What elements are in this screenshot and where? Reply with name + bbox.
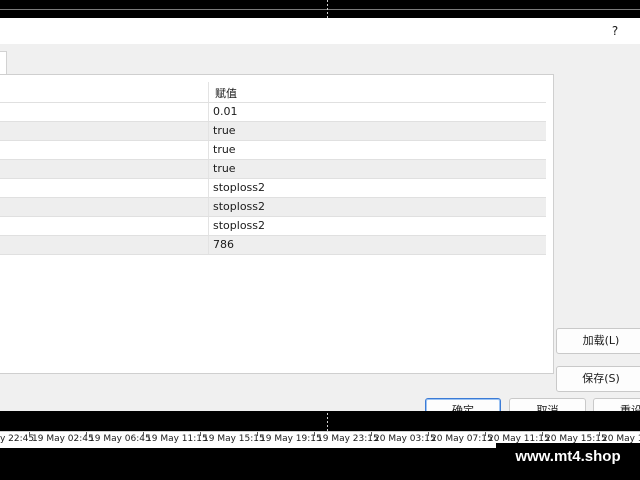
time-tick-label: 19 May 02:45 (29, 432, 94, 444)
variable-cell[interactable] (0, 141, 208, 159)
variable-cell[interactable] (0, 217, 208, 235)
table-row[interactable]: 786 (0, 235, 546, 255)
value-cell[interactable]: stoploss2 (213, 219, 265, 232)
chart-top-strip (0, 0, 640, 18)
table-row[interactable]: 0.01 (0, 102, 546, 121)
parameters-table: 赋值 0.01 true true true stoploss2 stoplos… (0, 82, 546, 255)
time-tick-label: 19 May 15:15 (200, 432, 265, 444)
variable-cell[interactable] (0, 160, 208, 178)
table-header: 赋值 (0, 82, 546, 102)
value-cell[interactable]: stoploss2 (213, 200, 265, 213)
time-tick-label: 19 May 06:45 (86, 432, 151, 444)
period-separator (327, 0, 328, 18)
table-row[interactable]: stoploss2 (0, 216, 546, 235)
dialog-titlebar: ? (0, 18, 640, 44)
table-row[interactable]: true (0, 121, 546, 140)
value-cell[interactable]: true (213, 124, 236, 137)
variable-cell[interactable] (0, 179, 208, 197)
variable-cell[interactable] (0, 103, 208, 121)
value-cell[interactable]: true (213, 143, 236, 156)
value-column-header[interactable]: 赋值 (215, 85, 237, 101)
table-row[interactable]: stoploss2 (0, 197, 546, 216)
variable-cell[interactable] (0, 198, 208, 216)
help-button[interactable]: ? (608, 22, 622, 40)
time-tick-label: 20 May 07:15 (428, 432, 493, 444)
table-row[interactable]: true (0, 140, 546, 159)
variable-cell[interactable] (0, 236, 208, 254)
tab-bar (0, 44, 640, 75)
value-cell[interactable]: true (213, 162, 236, 175)
column-divider[interactable] (208, 82, 209, 102)
table-row[interactable]: stoploss2 (0, 178, 546, 197)
value-cell[interactable]: stoploss2 (213, 181, 265, 194)
save-button[interactable]: 保存(S) (556, 366, 640, 392)
time-tick-label: 19 May 19:15 (257, 432, 322, 444)
time-tick-label: 19 May 23:15 (314, 432, 379, 444)
variable-cell[interactable] (0, 122, 208, 140)
parameters-panel: 赋值 0.01 true true true stoploss2 stoplos… (0, 74, 554, 374)
price-line (0, 9, 640, 10)
watermark-text: www.mt4.shop (496, 443, 640, 471)
value-cell[interactable]: 786 (213, 238, 234, 251)
time-tick-label: 19 May 11:15 (143, 432, 208, 444)
tab-inputs[interactable] (0, 51, 7, 75)
load-button[interactable]: 加载(L) (556, 328, 640, 354)
time-tick-label: 20 May 03:15 (371, 432, 436, 444)
value-cell[interactable]: 0.01 (213, 105, 238, 118)
inputs-dialog: ? 赋值 0.01 true true true stoploss2 stopl… (0, 18, 640, 424)
table-row[interactable]: true (0, 159, 546, 178)
period-separator (327, 413, 328, 431)
